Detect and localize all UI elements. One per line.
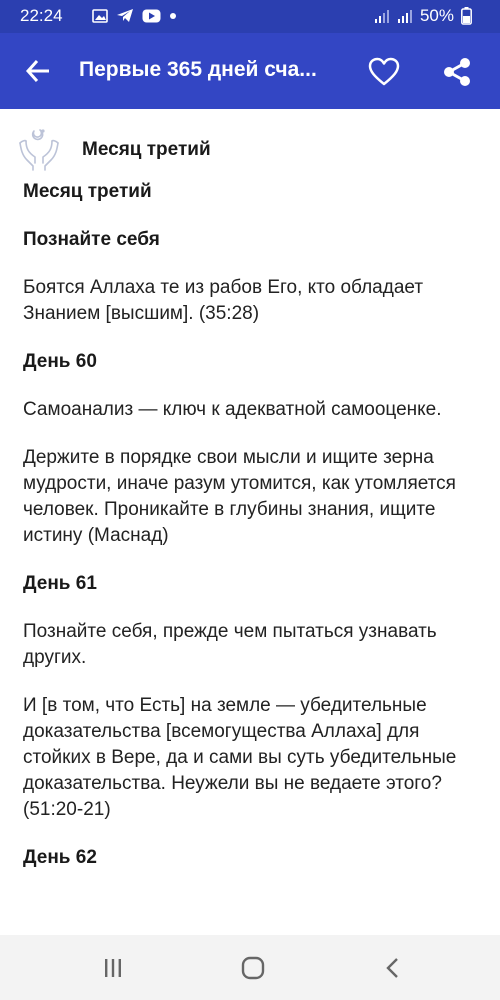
app-title: Первые 365 дней сча... (79, 58, 317, 81)
back-nav-icon (386, 958, 398, 978)
day-heading: День 60 (23, 351, 97, 372)
back-button[interactable] (18, 51, 58, 91)
recents-icon (105, 959, 121, 977)
status-bar: 22:24 50% (0, 0, 500, 33)
telegram-icon (117, 9, 133, 22)
recents-button[interactable] (96, 951, 130, 985)
battery-percent: 50% (419, 6, 454, 25)
paragraph: И [в том, что Есть] на земле — убедитель… (23, 695, 457, 820)
heart-icon (368, 57, 400, 86)
status-right: 50% (374, 6, 472, 26)
signal-icon-2 (397, 10, 412, 23)
content-area[interactable]: Месяц третий Месяц третий Познайте себя … (0, 109, 500, 935)
day-heading: День 62 (23, 847, 97, 868)
youtube-icon (142, 9, 161, 22)
paragraph: Держите в порядке свои мысли и ищите зер… (23, 447, 456, 546)
article-body: Месяц третий Познайте себя Боятся Аллаха… (23, 179, 483, 893)
notification-icons (92, 8, 177, 23)
paragraph: Самоанализ — ключ к адекватной самооценк… (23, 399, 442, 420)
dot-icon (170, 12, 176, 19)
article-title: Месяц третий (23, 181, 152, 202)
article-quote: Боятся Аллаха те из рабов Его, кто облад… (23, 277, 424, 324)
share-icon (444, 58, 470, 86)
app-bar: Первые 365 дней сча... (0, 33, 500, 109)
back-nav-button[interactable] (376, 951, 410, 985)
favorite-button[interactable] (364, 52, 404, 92)
home-icon (241, 956, 265, 980)
paragraph: Познайте себя, прежде чем пытаться узнав… (23, 621, 437, 668)
article-subtitle: Познайте себя (23, 229, 160, 250)
home-button[interactable] (236, 951, 270, 985)
share-button[interactable] (437, 52, 477, 92)
arrow-left-icon (25, 59, 49, 83)
image-icon (92, 8, 108, 23)
chapter-header: Месяц третий (16, 125, 211, 171)
signal-icon (374, 10, 389, 23)
status-time: 22:24 (20, 6, 63, 25)
day-heading: День 61 (23, 573, 97, 594)
system-nav-bar (0, 935, 500, 1000)
praying-hands-icon (19, 129, 59, 171)
battery-icon (461, 7, 472, 25)
chapter-title: Месяц третий (82, 139, 211, 160)
